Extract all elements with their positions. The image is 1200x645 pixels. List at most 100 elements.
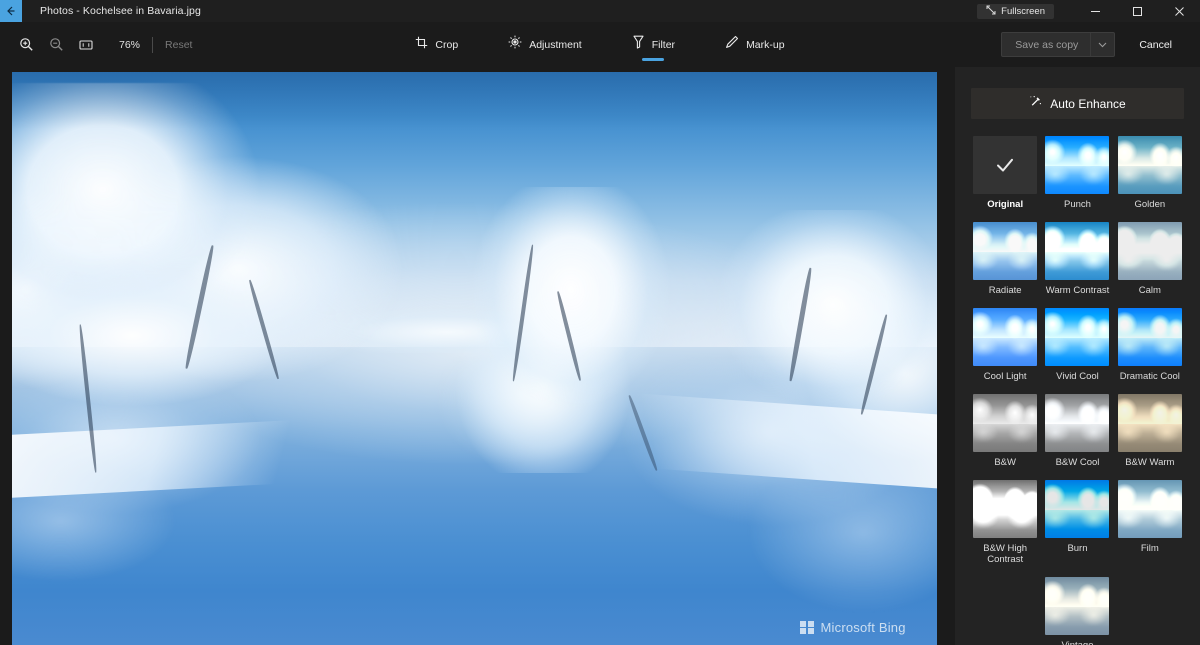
filter-preview-image <box>1117 480 1182 538</box>
filter-thumbnail[interactable] <box>1045 136 1110 194</box>
filter-thumbnail[interactable] <box>1045 480 1110 538</box>
brightness-icon <box>508 35 522 54</box>
filter-item-original[interactable]: Original <box>971 136 1039 210</box>
filter-item-calm[interactable]: Calm <box>1116 222 1184 296</box>
window-title: Photos - Kochelsee in Bavaria.jpg <box>40 5 201 17</box>
maximize-button[interactable] <box>1116 0 1158 22</box>
editor-toolbar: 76% Reset Crop Adjustment Filter Mark-up… <box>0 22 1200 67</box>
filter-item-b-w-cool[interactable]: B&W Cool <box>1043 394 1111 468</box>
tab-filter-label: Filter <box>651 38 676 51</box>
filter-label: B&W Cool <box>1055 457 1100 468</box>
filter-thumbnail[interactable] <box>1117 480 1182 538</box>
filter-preview-image <box>1045 222 1110 280</box>
filter-label: Vivid Cool <box>1056 371 1099 382</box>
check-icon <box>994 154 1016 176</box>
filter-item-vintage[interactable]: Vintage <box>1043 577 1111 645</box>
watermark-label: Microsoft Bing <box>820 620 906 635</box>
save-as-copy-label: Save as copy <box>1015 38 1079 51</box>
filter-label: Film <box>1140 543 1159 554</box>
minimize-button[interactable] <box>1074 0 1116 22</box>
photo-trees-left-lower <box>12 266 355 439</box>
expand-icon <box>986 5 996 18</box>
fullscreen-button[interactable]: Fullscreen <box>977 3 1054 19</box>
filter-preview-image <box>1117 394 1182 452</box>
grid-spacer <box>971 577 1039 645</box>
zoom-out-icon[interactable] <box>43 32 69 58</box>
zoom-in-icon[interactable] <box>13 32 39 58</box>
filter-item-warm-contrast[interactable]: Warm Contrast <box>1043 222 1111 296</box>
crop-icon <box>415 36 428 54</box>
filter-thumbnail[interactable] <box>973 308 1038 366</box>
tab-adjustment-label: Adjustment <box>529 38 582 51</box>
pen-icon <box>725 35 739 54</box>
tab-markup[interactable]: Mark-up <box>719 28 791 62</box>
filter-preview-image <box>1045 480 1110 538</box>
filter-label: Punch <box>1064 199 1091 210</box>
filter-preview-image <box>1117 136 1182 194</box>
zoom-level-value: 76% <box>119 38 141 51</box>
filter-thumbnail[interactable] <box>1117 394 1182 452</box>
close-button[interactable] <box>1158 0 1200 22</box>
filter-thumbnail[interactable] <box>973 394 1038 452</box>
filter-label: Cool Light <box>983 371 1027 382</box>
filter-label: Dramatic Cool <box>1119 371 1180 382</box>
filter-thumbnail[interactable] <box>1117 308 1182 366</box>
back-button[interactable] <box>0 0 22 22</box>
reset-button[interactable]: Reset <box>165 39 192 51</box>
photo-canopy-shadow <box>12 72 937 130</box>
filter-label: Burn <box>1067 543 1088 554</box>
filter-label: Original <box>987 199 1024 210</box>
bing-watermark: Microsoft Bing <box>800 620 906 635</box>
toolbar-right-group: Save as copy Cancel <box>1001 32 1200 57</box>
filter-item-punch[interactable]: Punch <box>1043 136 1111 210</box>
window-controls: Fullscreen <box>977 0 1200 22</box>
filter-label: B&W Warm <box>1125 457 1175 468</box>
filter-item-vivid-cool[interactable]: Vivid Cool <box>1043 308 1111 382</box>
filter-label: Vintage <box>1061 640 1093 645</box>
filter-thumbnail[interactable] <box>1045 308 1110 366</box>
tab-crop[interactable]: Crop <box>409 28 464 62</box>
fit-to-window-icon[interactable] <box>73 32 99 58</box>
filter-preview-image <box>973 394 1038 452</box>
filter-thumbnail[interactable] <box>1045 577 1110 635</box>
filter-item-golden[interactable]: Golden <box>1116 136 1184 210</box>
filter-item-radiate[interactable]: Radiate <box>971 222 1039 296</box>
filter-item-cool-light[interactable]: Cool Light <box>971 308 1039 382</box>
filter-item-film[interactable]: Film <box>1116 480 1184 565</box>
filter-thumbnail[interactable] <box>973 222 1038 280</box>
filter-thumbnail[interactable] <box>973 136 1038 194</box>
title-bar: Photos - Kochelsee in Bavaria.jpg Fullsc… <box>0 0 1200 22</box>
photo-image[interactable] <box>12 72 937 645</box>
filter-preview-image <box>1045 577 1110 635</box>
magic-wand-icon <box>1029 95 1042 113</box>
filter-thumbnail[interactable] <box>1045 394 1110 452</box>
tab-markup-label: Mark-up <box>746 38 785 51</box>
chevron-down-icon[interactable] <box>1090 33 1114 56</box>
filter-label: Golden <box>1134 199 1166 210</box>
filter-panel: Auto Enhance Original Punch Golden Radiate W… <box>955 67 1200 645</box>
filter-thumbnail[interactable] <box>1117 136 1182 194</box>
filter-label: B&W High Contrast <box>983 543 1028 565</box>
tab-filter[interactable]: Filter <box>626 28 681 62</box>
auto-enhance-button[interactable]: Auto Enhance <box>971 88 1184 119</box>
filter-thumbnail[interactable] <box>973 480 1038 538</box>
cancel-button[interactable]: Cancel <box>1125 32 1186 57</box>
save-as-copy-button[interactable]: Save as copy <box>1001 32 1116 57</box>
filter-preview-image <box>1117 308 1182 366</box>
image-canvas-area[interactable]: Microsoft Bing <box>0 67 955 645</box>
filter-preview-image <box>1117 222 1182 280</box>
filter-preview-image <box>973 308 1038 366</box>
filter-item-burn[interactable]: Burn <box>1043 480 1111 565</box>
toolbar-divider <box>152 36 154 53</box>
filter-thumbnail[interactable] <box>1045 222 1110 280</box>
back-arrow-icon <box>5 5 17 17</box>
filter-item-b-w[interactable]: B&W <box>971 394 1039 468</box>
fullscreen-label: Fullscreen <box>1001 5 1045 17</box>
filter-item-dramatic-cool[interactable]: Dramatic Cool <box>1116 308 1184 382</box>
filter-item-b-w-warm[interactable]: B&W Warm <box>1116 394 1184 468</box>
filter-thumbnail[interactable] <box>1117 222 1182 280</box>
filter-label: B&W <box>994 457 1016 468</box>
filter-item-b-w-high-contrast[interactable]: B&W High Contrast <box>971 480 1039 565</box>
filter-preview-image <box>1045 136 1110 194</box>
tab-adjustment[interactable]: Adjustment <box>502 28 588 62</box>
